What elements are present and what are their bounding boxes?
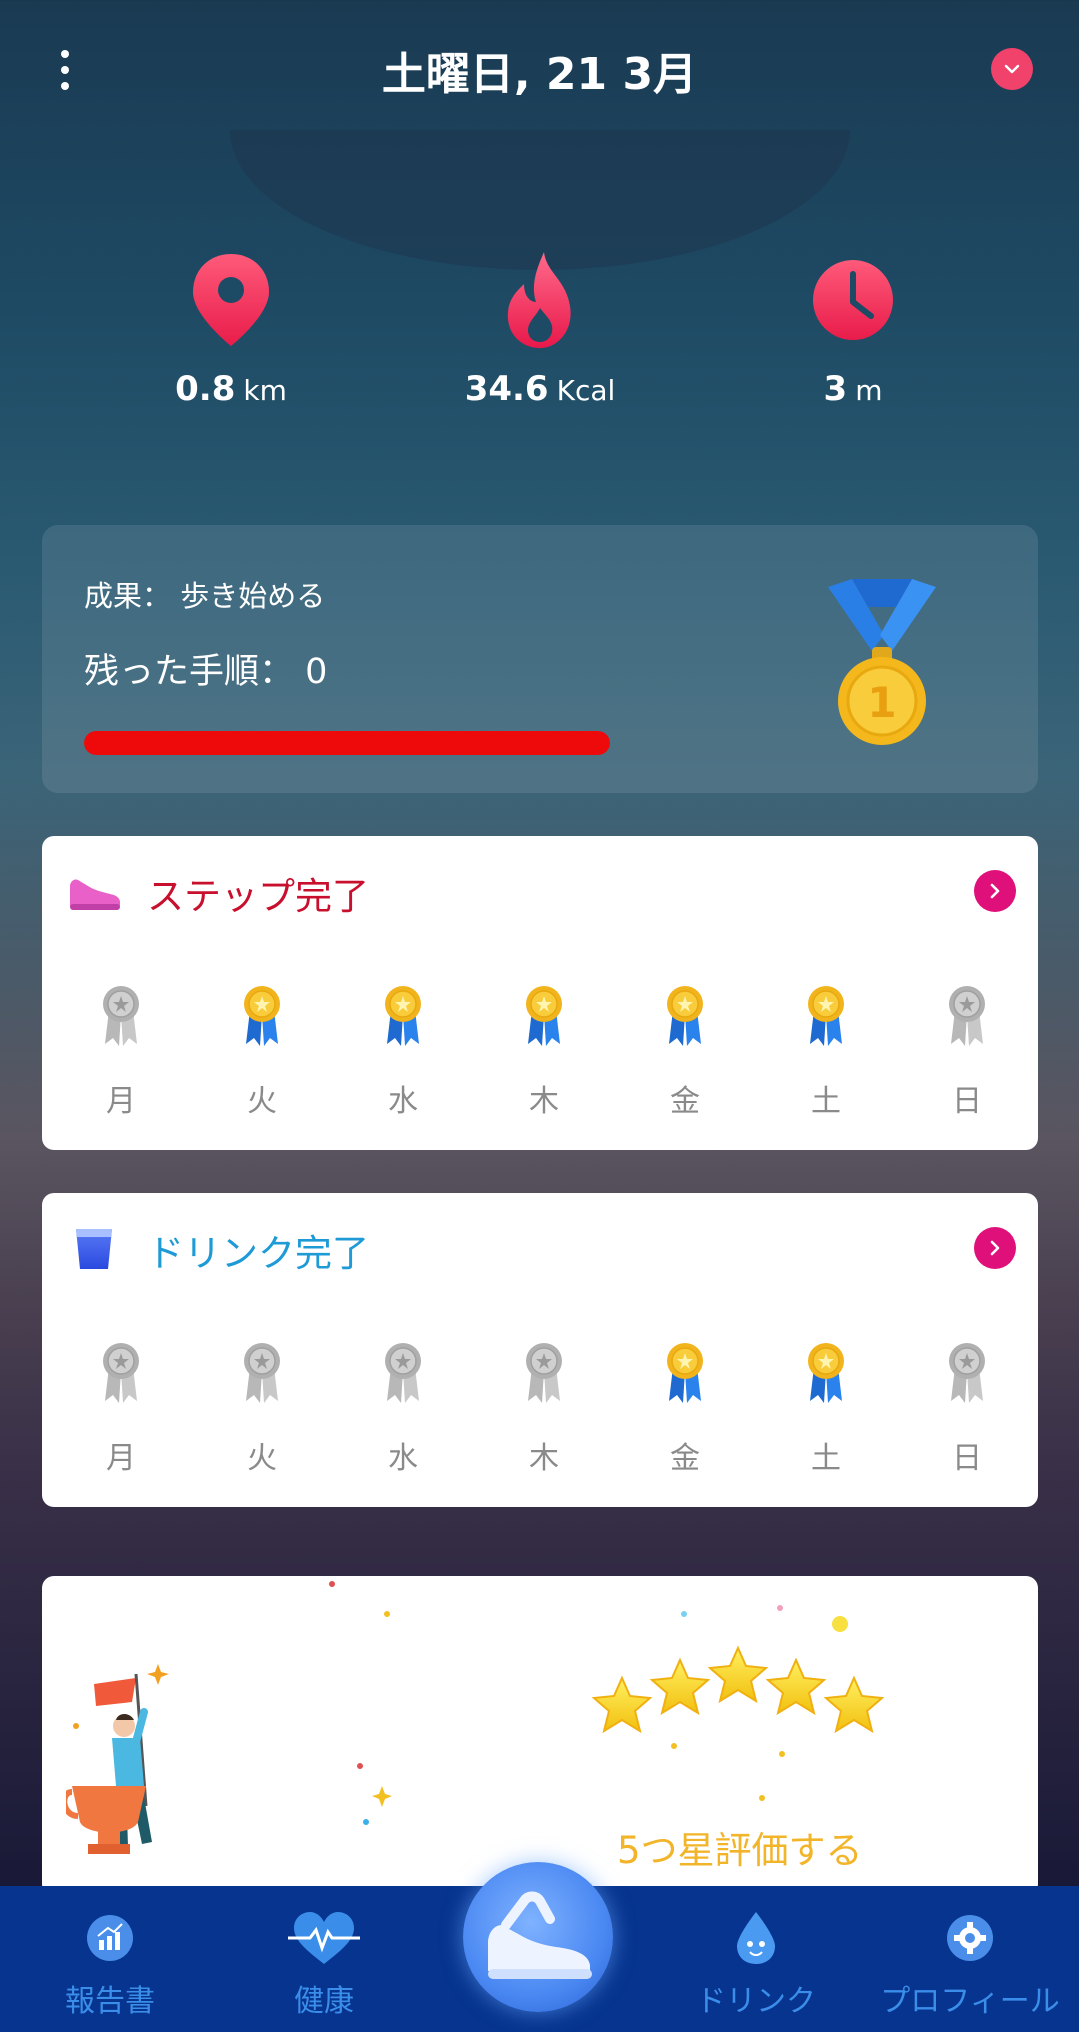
day-label: 月 — [106, 1441, 136, 1476]
location-pin-icon — [111, 245, 351, 355]
steps-day: 水 — [370, 984, 436, 1120]
drink-week-row: 月火水木金土日 — [88, 1341, 1000, 1477]
achievement-progress-bar — [84, 731, 610, 755]
time-value: 3 — [823, 369, 848, 409]
calorie-unit: Kcal — [556, 374, 616, 407]
drink-completed-card[interactable]: ドリンク完了 月 火 水 木 金 土 日 — [42, 1193, 1038, 1507]
steps-day: 金 — [652, 984, 718, 1120]
day-label: 金 — [670, 1441, 700, 1476]
day-label: 日 — [952, 1441, 982, 1476]
rate-app-card[interactable]: 5つ星評価する — [42, 1576, 1038, 1896]
rate-five-stars-label: 5つ星評価する — [617, 1829, 863, 1872]
gold-medal-icon — [652, 1341, 718, 1405]
five-stars-illustration — [591, 1605, 885, 1801]
drink-day: 火 — [229, 1341, 295, 1477]
day-label: 土 — [811, 1084, 841, 1119]
day-label: 月 — [106, 1084, 136, 1119]
achievement-progress-fill — [84, 731, 610, 755]
nav-health[interactable]: 健康 — [214, 1910, 434, 2020]
achievement-card: 成果： 歩き始める 残った手順： 0 1 — [42, 525, 1038, 793]
calorie-value: 34.6 — [464, 369, 549, 409]
nav-drink-label: ドリンク — [696, 1984, 816, 2019]
steps-remaining: 残った手順： 0 — [84, 652, 328, 692]
distance-unit: km — [243, 374, 287, 407]
drink-day: 金 — [652, 1341, 718, 1477]
flame-icon — [420, 245, 660, 355]
day-label: 土 — [811, 1441, 841, 1476]
running-shoe-icon — [488, 1891, 592, 1979]
calorie-stat: 34.6 Kcal — [420, 245, 660, 409]
day-label: 日 — [952, 1084, 982, 1119]
page-title: 土曜日, 21 3月 — [381, 49, 698, 100]
gear-icon — [860, 1910, 1079, 1966]
steps-day: 火 — [229, 984, 295, 1120]
drink-day: 水 — [370, 1341, 436, 1477]
time-stat: 3m — [733, 245, 973, 409]
day-label: 金 — [670, 1084, 700, 1119]
day-label: 水 — [388, 1084, 418, 1119]
top-bar: 土曜日, 21 3月 — [0, 0, 1079, 140]
silver-medal-icon — [934, 984, 1000, 1048]
drink-day: 土 — [793, 1341, 859, 1477]
gold-medal-icon — [370, 984, 436, 1048]
steps-card-title: ステップ完了 — [147, 875, 369, 918]
trophy-flag-illustration — [66, 1664, 169, 1854]
time-unit: m — [855, 374, 883, 407]
nav-profile-label: プロフィール — [880, 1984, 1060, 2019]
heart-pulse-icon — [214, 1910, 434, 1966]
drink-day: 月 — [88, 1341, 154, 1477]
day-label: 水 — [388, 1441, 418, 1476]
silver-medal-icon — [511, 1341, 577, 1405]
steps-day: 土 — [793, 984, 859, 1120]
nav-drink[interactable]: ドリンク — [646, 1910, 866, 2020]
drink-card-title: ドリンク完了 — [147, 1232, 369, 1275]
nav-profile[interactable]: プロフィール — [860, 1910, 1079, 2020]
steps-detail-button[interactable] — [974, 870, 1016, 912]
chevron-right-icon — [990, 883, 1000, 899]
nav-report[interactable]: 報告書 — [0, 1910, 220, 2020]
water-drop-icon — [646, 1910, 866, 1966]
drink-day: 日 — [934, 1341, 1000, 1477]
day-label: 木 — [529, 1441, 559, 1476]
water-glass-icon — [66, 1221, 122, 1277]
steps-day: 木 — [511, 984, 577, 1120]
distance-value: 0.8 — [175, 369, 236, 409]
gold-medal-icon — [793, 984, 859, 1048]
shoe-icon — [66, 864, 122, 920]
gold-medal-icon — [793, 1341, 859, 1405]
chevron-right-icon — [990, 1240, 1000, 1256]
chevron-down-icon — [1004, 64, 1020, 74]
distance-stat: 0.8 km — [111, 245, 351, 409]
gold-medal-icon: 1 — [828, 579, 936, 745]
steps-week-row: 月火水木金土日 — [88, 984, 1000, 1120]
silver-medal-icon — [370, 1341, 436, 1405]
achievement-title: 成果： 歩き始める — [84, 579, 326, 613]
nav-report-label: 報告書 — [65, 1984, 155, 2019]
steps-day: 日 — [934, 984, 1000, 1120]
gold-medal-icon — [511, 984, 577, 1048]
drink-day: 木 — [511, 1341, 577, 1477]
steps-day: 月 — [88, 984, 154, 1120]
steps-completed-card[interactable]: ステップ完了 月 火 水 木 金 土 日 — [42, 836, 1038, 1150]
silver-medal-icon — [229, 1341, 295, 1405]
day-label: 火 — [247, 1084, 277, 1119]
nav-health-label: 健康 — [294, 1984, 354, 2019]
decoration-dots — [329, 1581, 392, 1825]
silver-medal-icon — [88, 1341, 154, 1405]
clock-icon — [733, 245, 973, 355]
date-dropdown-button[interactable] — [991, 48, 1033, 90]
day-label: 木 — [529, 1084, 559, 1119]
report-chart-icon — [0, 1910, 220, 1966]
gold-medal-icon — [652, 984, 718, 1048]
gold-medal-icon — [229, 984, 295, 1048]
start-walk-button[interactable] — [463, 1862, 613, 2012]
drink-detail-button[interactable] — [974, 1227, 1016, 1269]
silver-medal-icon — [934, 1341, 1000, 1405]
day-label: 火 — [247, 1441, 277, 1476]
silver-medal-icon — [88, 984, 154, 1048]
svg-text:1: 1 — [867, 678, 896, 727]
